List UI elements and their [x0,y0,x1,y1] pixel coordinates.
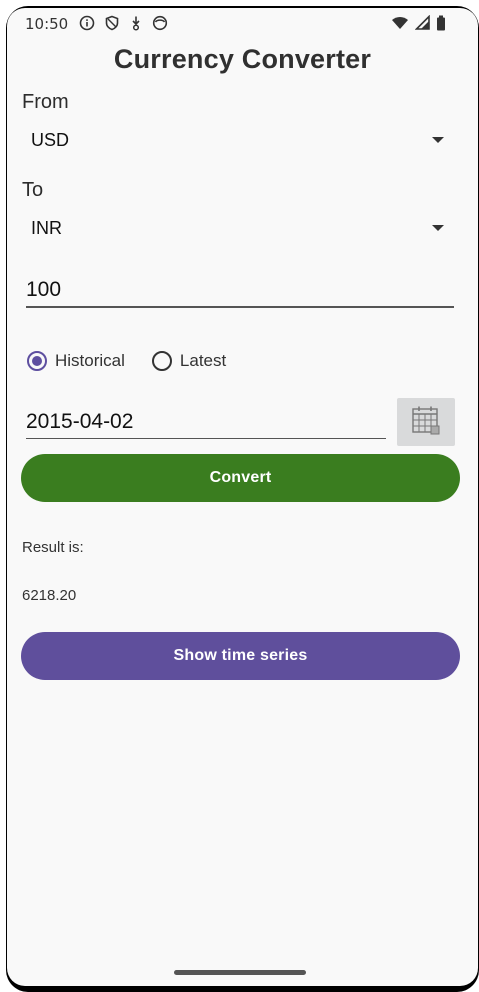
result-value: 6218.20 [22,587,77,604]
from-currency-dropdown[interactable]: USD [22,122,444,162]
convert-button[interactable]: Convert [21,454,460,502]
face-icon [152,15,168,36]
status-time: 10:50 [25,15,69,33]
to-currency-dropdown[interactable]: INR [22,210,444,250]
amount-input[interactable]: 100 [26,268,454,308]
to-label: To [22,179,44,201]
latest-radio-label[interactable]: Latest [180,351,226,371]
show-time-series-button[interactable]: Show time series [21,632,460,680]
signal-icon [414,14,430,36]
status-notification-icons [79,15,168,36]
date-picker-button[interactable] [397,398,455,446]
rate-mode-radio-group: Historical Latest [27,351,226,371]
amount-value: 100 [26,278,62,301]
app-screen: 10:50 Currency Converter From USD To INR… [7,8,478,986]
dropdown-arrow-icon [432,137,444,143]
historical-radio[interactable] [27,351,47,371]
info-icon [79,15,95,36]
from-label: From [22,91,69,113]
historical-radio-label[interactable]: Historical [55,351,125,371]
dropdown-arrow-icon [432,225,444,231]
status-system-icons [391,14,446,36]
latest-radio[interactable] [151,351,172,371]
download-icon [129,15,143,36]
from-currency-value: USD [31,130,70,150]
battery-icon [436,15,446,36]
shield-icon [104,15,120,36]
result-label: Result is: [22,539,84,556]
date-input[interactable]: 2015-04-02 [26,400,386,439]
app-title: Currency Converter [113,44,372,74]
status-bar: 10:50 [7,8,478,40]
home-gesture-bar[interactable] [174,970,306,975]
calendar-icon [410,404,442,441]
wifi-icon [391,15,409,36]
date-value: 2015-04-02 [26,410,134,433]
to-currency-value: INR [31,218,62,238]
